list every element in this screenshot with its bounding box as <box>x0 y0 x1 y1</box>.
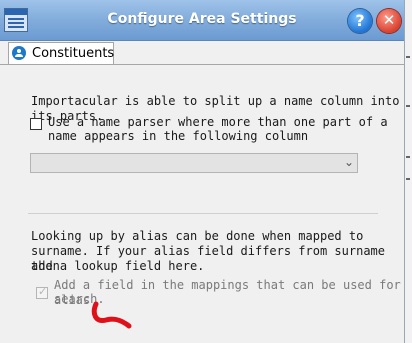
configure-area-settings-dialog: Configure Area Settings ? ✕ Constituents… <box>0 0 405 343</box>
red-annotation-scribble <box>91 301 132 329</box>
background-tick <box>406 105 410 107</box>
background-tick <box>406 156 410 158</box>
background-window-edge <box>404 0 412 343</box>
background-tick <box>406 56 410 58</box>
background-tick <box>406 178 410 180</box>
